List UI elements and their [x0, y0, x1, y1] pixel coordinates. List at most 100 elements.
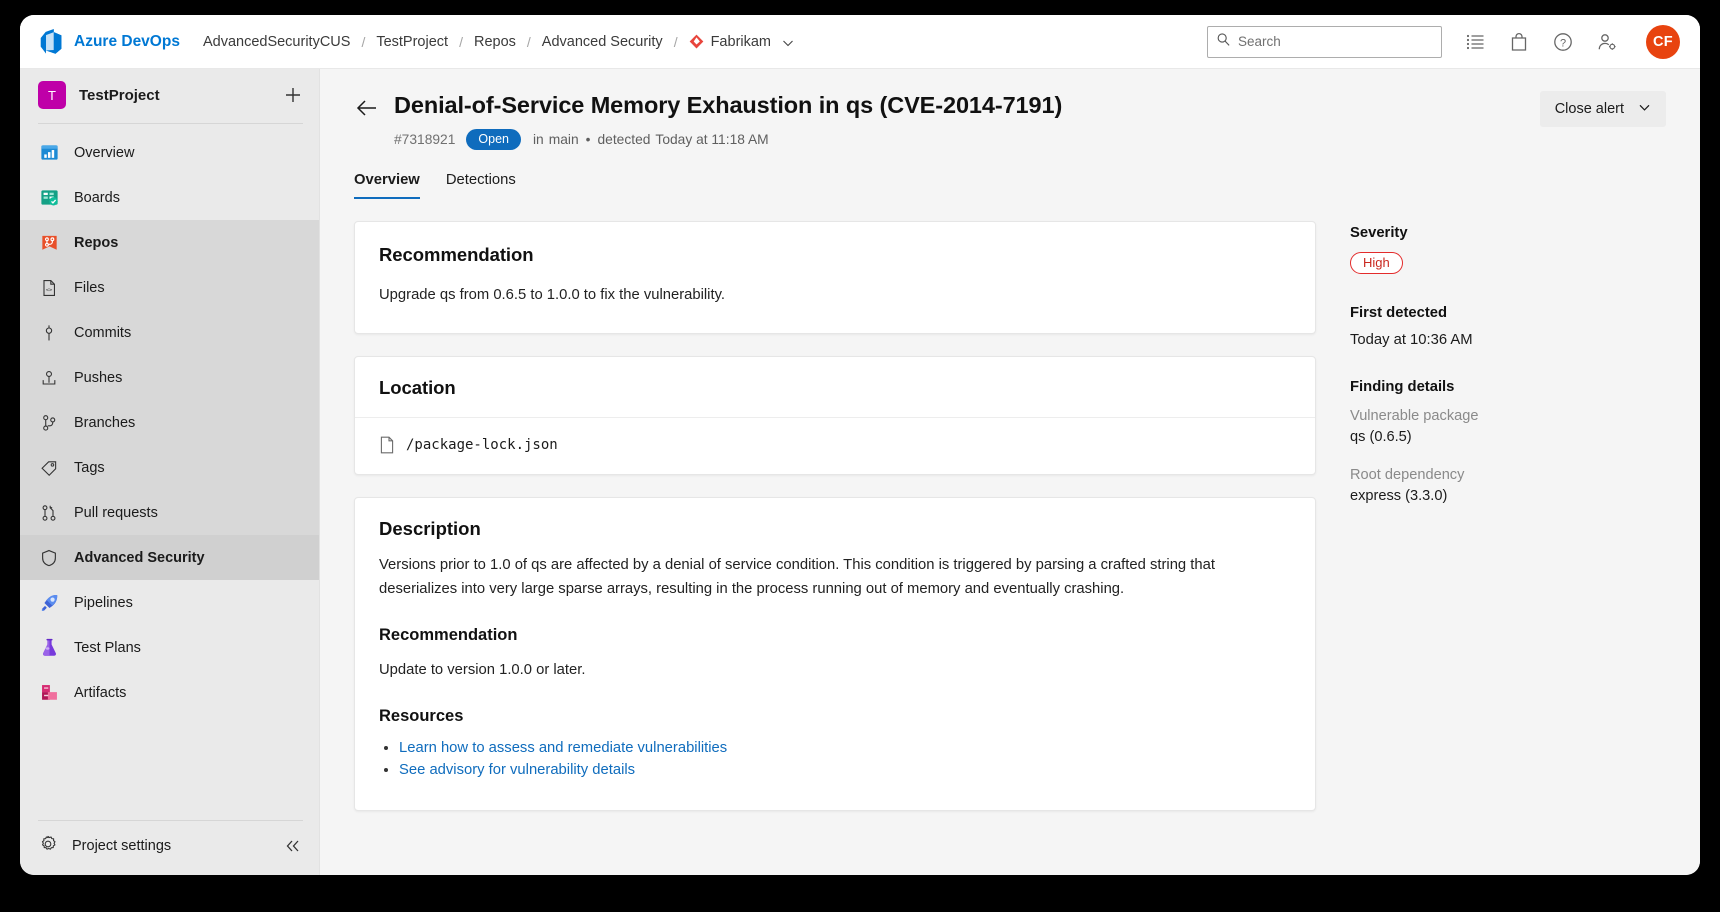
sidebar-item-label: Branches [74, 414, 136, 431]
sidebar-item-pull-requests[interactable]: Pull requests [20, 490, 319, 535]
tab-overview[interactable]: Overview [354, 172, 420, 200]
pull-request-icon [38, 502, 60, 524]
resources-list: Learn how to assess and remediate vulner… [399, 740, 1291, 778]
breadcrumb-item-advanced-security[interactable]: Advanced Security [531, 34, 674, 50]
description-card: Description Versions prior to 1.0 of qs … [354, 497, 1316, 812]
sidebar-divider [38, 123, 303, 124]
sidebar-item-label: Commits [74, 324, 132, 341]
brand-label[interactable]: Azure DevOps [74, 33, 180, 51]
azure-devops-logo-icon[interactable] [38, 28, 64, 55]
app-body: T TestProject Overview Boards Repos <> F… [20, 69, 1700, 875]
list-item: See advisory for vulnerability details [399, 762, 1291, 778]
description-card-body: Description Versions prior to 1.0 of qs … [355, 498, 1315, 810]
sidebar-item-label: Pushes [74, 369, 123, 386]
sidebar-item-tags[interactable]: Tags [20, 445, 319, 490]
user-settings-icon[interactable] [1596, 31, 1618, 53]
sidebar-item-project-settings[interactable]: Project settings [20, 823, 319, 869]
backlog-list-icon[interactable] [1464, 31, 1486, 53]
alert-header: Denial-of-Service Memory Exhaustion in q… [320, 69, 1700, 200]
sidebar-item-label: Pipelines [74, 594, 133, 611]
file-code-icon: <> [38, 277, 60, 299]
pipelines-icon [38, 592, 60, 614]
breadcrumb-item-project[interactable]: TestProject [365, 34, 459, 50]
search-icon [1216, 32, 1231, 52]
help-question-icon[interactable]: ? [1552, 31, 1574, 53]
close-alert-button[interactable]: Close alert [1539, 91, 1666, 127]
chevron-down-icon [1638, 101, 1651, 118]
marketplace-bag-icon[interactable] [1508, 31, 1530, 53]
repos-icon [38, 232, 60, 254]
sidebar-item-files[interactable]: <> Files [20, 265, 319, 310]
sidebar-item-boards[interactable]: Boards [20, 175, 319, 220]
sidebar-item-pushes[interactable]: Pushes [20, 355, 319, 400]
sidebar: T TestProject Overview Boards Repos <> F… [20, 69, 320, 875]
location-file-path: /package-lock.json [406, 437, 558, 454]
search-input[interactable] [1238, 34, 1433, 49]
fabrikam-diamond-icon [689, 34, 704, 49]
sidebar-item-label: Pull requests [74, 504, 158, 521]
project-header[interactable]: T TestProject [20, 69, 319, 121]
shield-icon [38, 547, 60, 569]
description-recommendation-title: Recommendation [379, 626, 518, 645]
resource-link-assess-remediate[interactable]: Learn how to assess and remediate vulner… [399, 740, 727, 756]
sidebar-item-label: Overview [74, 144, 135, 161]
arrow-left-icon[interactable] [354, 95, 380, 121]
alert-branch: main [548, 132, 579, 148]
sidebar-item-label: Files [74, 279, 105, 296]
avatar[interactable]: CF [1646, 24, 1680, 59]
location-card: Location /package-lock.json [354, 356, 1316, 476]
description-text: Versions prior to 1.0 of qs are affected… [379, 557, 1215, 597]
branch-icon [38, 412, 60, 434]
breadcrumb-item-repos[interactable]: Repos [463, 34, 527, 50]
sidebar-item-advanced-security[interactable]: Advanced Security [20, 535, 319, 580]
alert-title-row: Denial-of-Service Memory Exhaustion in q… [354, 91, 1666, 151]
alert-details-panel: Severity High First detected Today at 10… [1350, 221, 1650, 875]
tab-detections[interactable]: Detections [446, 172, 516, 199]
svg-text:<>: <> [46, 287, 53, 293]
recommendation-card-text: Upgrade qs from 0.6.5 to 1.0.0 to fix th… [379, 287, 725, 304]
gear-icon [38, 834, 58, 858]
breadcrumb-item-repository[interactable]: Fabrikam [678, 34, 794, 50]
breadcrumb: AdvancedSecurityCUS / TestProject / Repo… [192, 34, 794, 50]
sidebar-footer: Project settings [20, 818, 319, 875]
sidebar-item-commits[interactable]: Commits [20, 310, 319, 355]
location-file-row[interactable]: /package-lock.json [355, 418, 1315, 474]
double-chevron-left-icon[interactable] [283, 836, 303, 856]
plus-icon[interactable] [283, 85, 303, 105]
finding-details-label: Finding details [1350, 379, 1455, 396]
svg-text:?: ? [1560, 37, 1566, 49]
alert-main-column: Recommendation Upgrade qs from 0.6.5 to … [320, 221, 1350, 875]
resource-link-advisory[interactable]: See advisory for vulnerability details [399, 762, 635, 778]
commit-icon [38, 322, 60, 344]
first-detected-value: Today at 10:36 AM [1350, 332, 1473, 349]
boards-icon [38, 187, 60, 209]
alert-tabs: Overview Detections [354, 172, 1666, 200]
sidebar-item-artifacts[interactable]: Artifacts [20, 670, 319, 715]
vulnerable-package-label: Vulnerable package [1350, 408, 1479, 425]
main-content: Denial-of-Service Memory Exhaustion in q… [320, 69, 1700, 875]
alert-subheader: #7318921 Open in main • detected Today a… [394, 129, 1520, 151]
sidebar-item-label: Advanced Security [74, 549, 205, 566]
status-badge: Open [466, 129, 521, 151]
search-box[interactable] [1207, 25, 1442, 58]
push-icon [38, 367, 60, 389]
sidebar-item-pipelines[interactable]: Pipelines [20, 580, 319, 625]
repository-label: Fabrikam [710, 33, 772, 50]
project-name: TestProject [79, 86, 160, 104]
topbar-icon-group: ? CF [1464, 24, 1680, 59]
root-dependency-row: Root dependency express (3.3.0) [1350, 465, 1620, 506]
app-window: Azure DevOps AdvancedSecurityCUS / TestP… [20, 15, 1700, 875]
sidebar-item-label: Repos [74, 234, 119, 251]
breadcrumb-item-organization[interactable]: AdvancedSecurityCUS [192, 34, 362, 50]
first-detected-group: First detected Today at 10:36 AM [1350, 305, 1620, 348]
sidebar-item-overview[interactable]: Overview [20, 130, 319, 175]
close-alert-label: Close alert [1554, 101, 1624, 117]
sidebar-item-label: Boards [74, 189, 120, 206]
sidebar-item-label: Artifacts [74, 684, 127, 701]
sidebar-item-test-plans[interactable]: Test Plans [20, 625, 319, 670]
sidebar-footer-label: Project settings [72, 838, 172, 854]
sidebar-item-repos[interactable]: Repos [20, 220, 319, 265]
sidebar-item-branches[interactable]: Branches [20, 400, 319, 445]
sidebar-item-label: Tags [74, 459, 105, 476]
alert-content: Recommendation Upgrade qs from 0.6.5 to … [320, 199, 1700, 875]
